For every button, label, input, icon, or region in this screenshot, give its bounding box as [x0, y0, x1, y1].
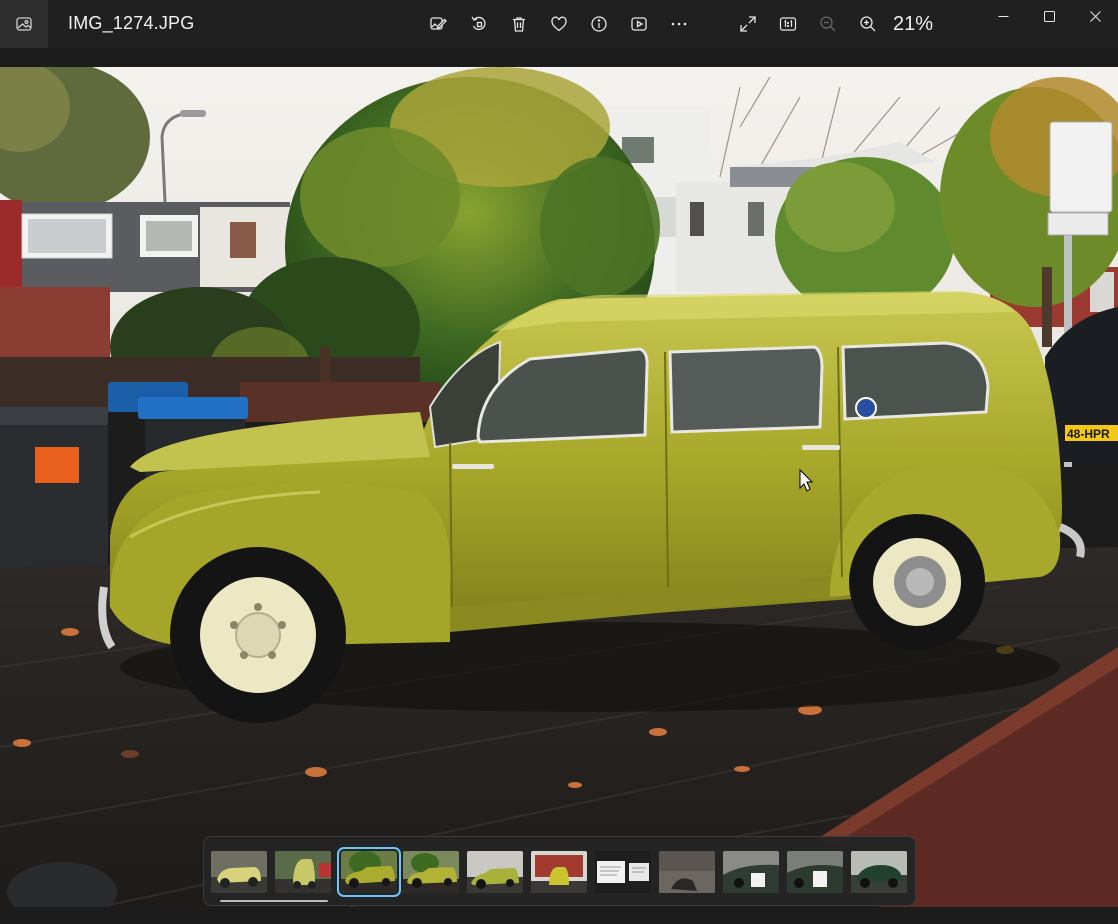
zoom-in-icon[interactable]	[856, 12, 880, 36]
thumbnail-9[interactable]	[723, 851, 779, 893]
full-screen-icon[interactable]	[736, 12, 760, 36]
license-plate: 48-HPR	[1067, 427, 1110, 441]
filmstrip	[203, 836, 916, 906]
minimize-icon[interactable]	[980, 0, 1026, 32]
thumbnail-7[interactable]	[595, 851, 651, 893]
file-name: IMG_1274.JPG	[68, 13, 195, 33]
thumbnail-6[interactable]	[531, 851, 587, 893]
rotate-icon[interactable]	[467, 12, 491, 36]
thumbnail-11[interactable]	[851, 851, 907, 893]
thumbnail-1[interactable]	[211, 851, 267, 893]
thumbnail-5[interactable]	[467, 851, 523, 893]
actual-size-icon[interactable]	[776, 12, 800, 36]
thumbnail-10[interactable]	[787, 851, 843, 893]
thumbnail-3[interactable]	[337, 847, 401, 897]
photo-app-icon[interactable]	[0, 0, 48, 48]
delete-icon[interactable]	[507, 12, 531, 36]
title-bar: IMG_1274.JPG 21%	[0, 0, 1118, 48]
thumbnail-8[interactable]	[659, 851, 715, 893]
slideshow-icon[interactable]	[627, 12, 651, 36]
edit-image-icon[interactable]	[426, 12, 450, 36]
thumbnail-2[interactable]	[275, 851, 331, 893]
bottom-bar	[0, 907, 1118, 924]
info-icon[interactable]	[587, 12, 611, 36]
photo-view[interactable]: 48-HPR	[0, 67, 1118, 907]
maximize-icon[interactable]	[1026, 0, 1072, 32]
favorite-icon[interactable]	[547, 12, 571, 36]
filmstrip-scroll-indicator[interactable]	[220, 900, 328, 902]
photo-image: 48-HPR	[0, 67, 1118, 907]
close-icon[interactable]	[1072, 0, 1118, 32]
more-options-icon[interactable]	[667, 12, 691, 36]
thumbnail-4[interactable]	[403, 851, 459, 893]
zoom-level[interactable]: 21%	[893, 13, 933, 36]
zoom-out-icon[interactable]	[816, 12, 840, 36]
